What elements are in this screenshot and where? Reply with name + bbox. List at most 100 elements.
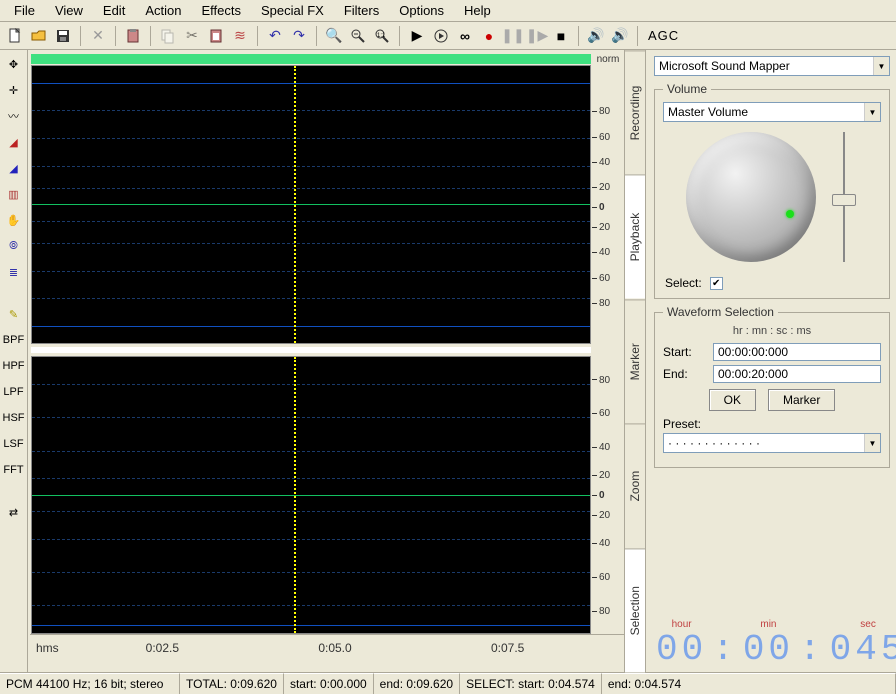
tool-hsf[interactable]: HSF	[3, 408, 25, 428]
tool-crosshair-icon[interactable]: ✛	[3, 80, 25, 100]
menu-view[interactable]: View	[45, 1, 93, 20]
status-end: end: 0:09.620	[374, 673, 460, 694]
pause-icon[interactable]: ❚❚	[502, 25, 524, 47]
amplitude-scale-top: 80 60 40 20 0 20 40 60 80	[592, 64, 624, 346]
open-icon[interactable]	[28, 25, 50, 47]
playloop-icon[interactable]	[430, 25, 452, 47]
knob-indicator-icon	[786, 210, 794, 218]
menubar: File View Edit Action Effects Special FX…	[0, 0, 896, 22]
start-input[interactable]	[713, 343, 881, 361]
pan-knob[interactable]	[686, 132, 816, 262]
time-display: hour 00 : min 00 : sec 045	[654, 608, 890, 670]
tool-hand-icon[interactable]: ✋	[3, 210, 25, 230]
amplitude-scale-bot: 80 60 40 20 0 20 40 60 80	[592, 352, 624, 634]
overview-bar[interactable]	[31, 54, 591, 64]
status-total: TOTAL: 0:09.620	[180, 673, 284, 694]
start-label: Start:	[663, 345, 707, 359]
chevron-down-icon: ▼	[873, 57, 889, 75]
wfsel-legend: Waveform Selection	[663, 305, 778, 319]
tool-signal-icon[interactable]: ⦾	[3, 236, 25, 256]
redo-icon[interactable]: ↷	[288, 25, 310, 47]
time-axis: hms 0:02.5 0:05.0 0:07.5	[30, 634, 624, 660]
status-bar: PCM 44100 Hz; 16 bit; stereo TOTAL: 0:09…	[0, 672, 896, 694]
time-sec-value: 045	[830, 632, 896, 668]
zoomout-icon[interactable]	[347, 25, 369, 47]
undo-icon[interactable]: ↶	[264, 25, 286, 47]
waveform-right-channel[interactable]	[31, 356, 591, 635]
right-panel: Microsoft Sound Mapper ▼ Volume Master V…	[646, 50, 896, 672]
playhead-cursor[interactable]	[294, 66, 296, 343]
select-label: Select:	[665, 276, 702, 290]
mix-icon[interactable]: ≋	[229, 25, 251, 47]
delete-icon[interactable]: ✕	[87, 25, 109, 47]
left-tool-rail: ✥ ✛ 〰 ◢ ◢ ▥ ✋ ⦾ ≣ ✎ BPF HPF LPF HSF LSF …	[0, 50, 28, 672]
volume-group: Volume Master Volume ▼ Select: ✔	[654, 82, 890, 299]
save-icon[interactable]	[52, 25, 74, 47]
tool-tree-blue-icon[interactable]: ◢	[3, 158, 25, 178]
tool-bars-icon[interactable]: ▥	[3, 184, 25, 204]
vtab-zoom[interactable]: Zoom	[625, 423, 645, 547]
waveform-left-channel[interactable]	[31, 65, 591, 344]
paste-icon[interactable]	[122, 25, 144, 47]
volume-combo[interactable]: Master Volume ▼	[663, 102, 881, 122]
step-icon[interactable]: ❚▶	[526, 25, 548, 47]
time-hour-value: 00	[656, 632, 707, 668]
vtab-selection[interactable]: Selection	[625, 548, 645, 672]
tool-arrows-icon[interactable]: ✥	[3, 54, 25, 74]
menu-file[interactable]: File	[4, 1, 45, 20]
tool-fft[interactable]: FFT	[3, 460, 25, 480]
record-icon[interactable]: ●	[478, 25, 500, 47]
zoomfit-icon[interactable]: 1:1	[371, 25, 393, 47]
new-icon[interactable]	[4, 25, 26, 47]
volume-legend: Volume	[663, 82, 711, 96]
ok-button[interactable]: OK	[709, 389, 756, 411]
tool-tree-red-icon[interactable]: ◢	[3, 132, 25, 152]
vtab-playback[interactable]: Playback	[625, 174, 645, 298]
stop-icon[interactable]: ■	[550, 25, 572, 47]
volume-slider[interactable]	[830, 132, 858, 262]
menu-specialfx[interactable]: Special FX	[251, 1, 334, 20]
cut-icon[interactable]: ✂	[181, 25, 203, 47]
menu-edit[interactable]: Edit	[93, 1, 135, 20]
menu-action[interactable]: Action	[135, 1, 191, 20]
zoomin-icon[interactable]: 🔍	[323, 25, 345, 47]
end-label: End:	[663, 367, 707, 381]
wfsel-subtitle: hr : mn : sc : ms	[663, 325, 881, 337]
speaker-right-icon[interactable]: 🔊	[609, 25, 631, 47]
select-checkbox[interactable]: ✔	[710, 277, 723, 290]
marker-button[interactable]: Marker	[768, 389, 835, 411]
play-icon[interactable]: ▶	[406, 25, 428, 47]
chevron-down-icon: ▼	[864, 434, 880, 452]
agc-label[interactable]: AGC	[648, 28, 679, 43]
copy-icon[interactable]	[157, 25, 179, 47]
clipboard-icon[interactable]	[205, 25, 227, 47]
status-select-end: end: 0:04.574	[602, 673, 896, 694]
tool-spectrum-icon[interactable]: ≣	[3, 262, 25, 282]
device-combo[interactable]: Microsoft Sound Mapper ▼	[654, 56, 890, 76]
vtab-marker[interactable]: Marker	[625, 299, 645, 423]
status-format: PCM 44100 Hz; 16 bit; stereo	[0, 673, 180, 694]
tool-eq-icon[interactable]: ⇄	[3, 502, 25, 522]
scale-label: norm	[592, 54, 624, 64]
preset-label: Preset:	[663, 417, 881, 431]
status-select: SELECT: start: 0:04.574	[460, 673, 602, 694]
time-min-value: 00	[743, 632, 794, 668]
preset-combo[interactable]: · · · · · · · · · · · · · ▼	[663, 433, 881, 453]
speaker-left-icon[interactable]: 🔊	[585, 25, 607, 47]
end-input[interactable]	[713, 365, 881, 383]
tool-hpf[interactable]: HPF	[3, 356, 25, 376]
menu-effects[interactable]: Effects	[191, 1, 251, 20]
tool-lsf[interactable]: LSF	[3, 434, 25, 454]
loop-icon[interactable]: ∞	[454, 25, 476, 47]
menu-help[interactable]: Help	[454, 1, 501, 20]
slider-thumb[interactable]	[832, 194, 856, 206]
tool-pencil-icon[interactable]: ✎	[3, 304, 25, 324]
status-start: start: 0:00.000	[284, 673, 374, 694]
menu-options[interactable]: Options	[389, 1, 454, 20]
playhead-cursor-bot[interactable]	[294, 357, 296, 634]
tool-wave-icon[interactable]: 〰	[3, 106, 25, 126]
tool-bpf[interactable]: BPF	[3, 330, 25, 350]
vtab-recording[interactable]: Recording	[625, 50, 645, 174]
tool-lpf[interactable]: LPF	[3, 382, 25, 402]
menu-filters[interactable]: Filters	[334, 1, 389, 20]
